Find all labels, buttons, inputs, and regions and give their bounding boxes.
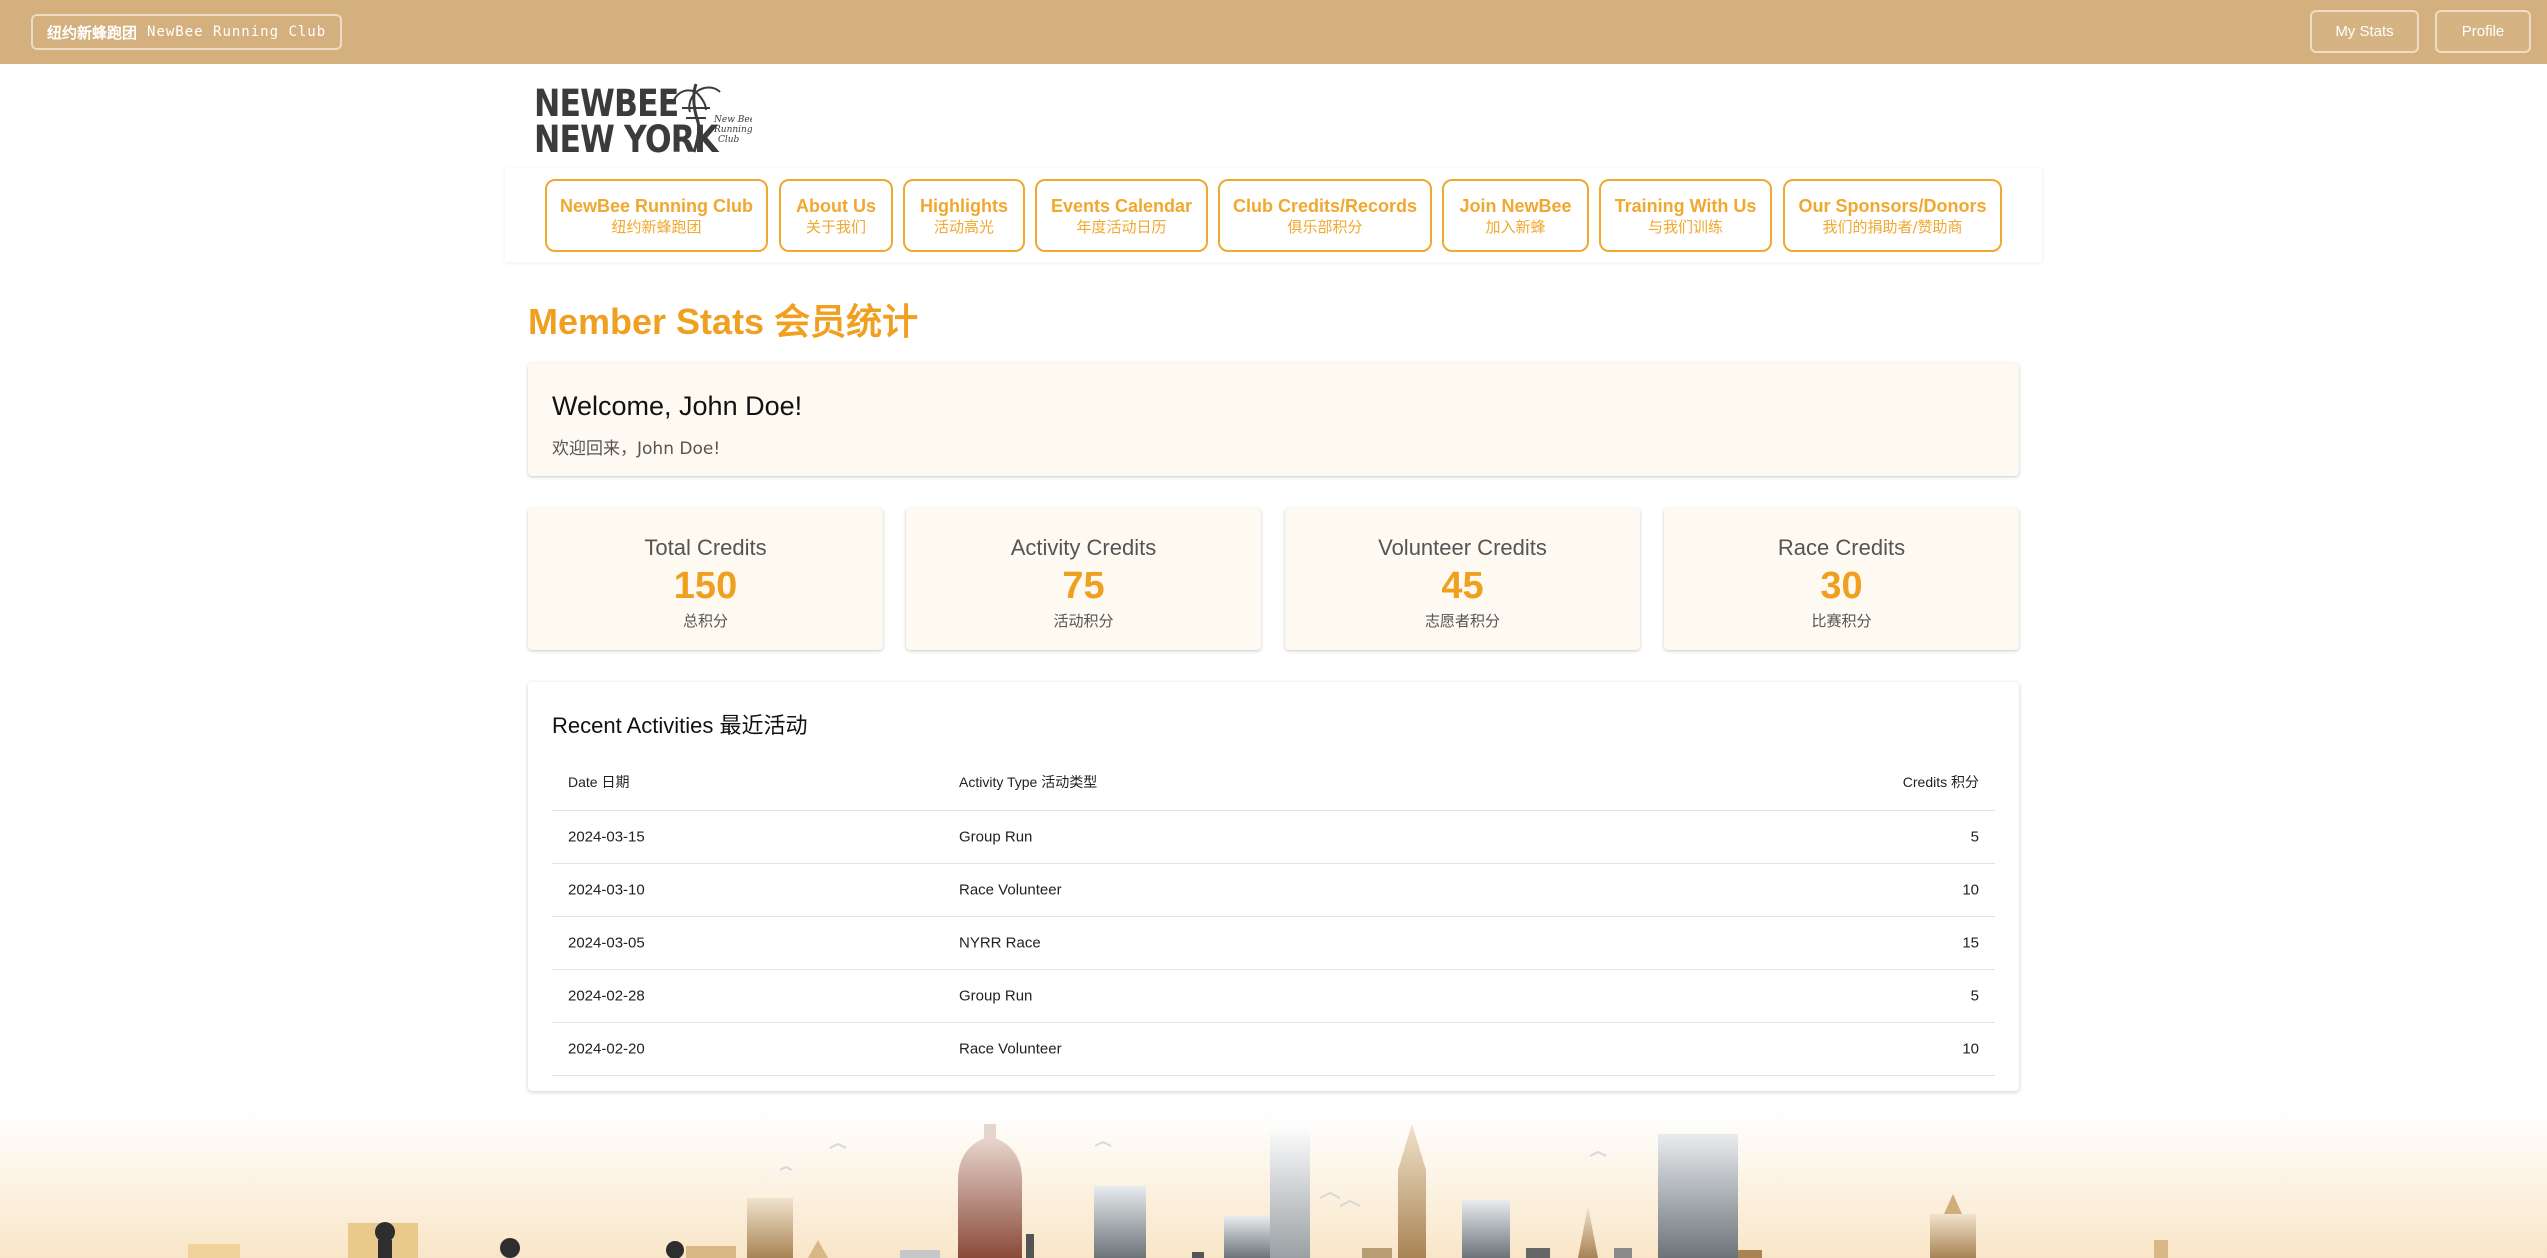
- nav-label-en: About Us: [796, 195, 876, 216]
- nav-item-join-newbee[interactable]: Join NewBee 加入新蜂: [1442, 179, 1589, 252]
- main-nav: NewBee Running Club 纽约新蜂跑团 About Us 关于我们…: [505, 168, 2042, 262]
- nav-label-en: Our Sponsors/Donors: [1798, 195, 1987, 216]
- total-credits-card: Total Credits 150 总积分: [528, 508, 883, 650]
- nav-item-newbee-running-club[interactable]: NewBee Running Club 纽约新蜂跑团: [545, 179, 768, 252]
- cell-date: 2024-02-28: [568, 987, 645, 1005]
- welcome-subtitle: 欢迎回来，John Doe!: [552, 439, 721, 459]
- volunteer-credits-card: Volunteer Credits 45 志愿者积分: [1285, 508, 1640, 650]
- credit-value: 30: [1820, 565, 1863, 607]
- nav-label-en: Events Calendar: [1050, 195, 1193, 216]
- nav-item-sponsors-donors[interactable]: Our Sponsors/Donors 我们的捐助者/赞助商: [1783, 179, 2002, 252]
- recent-activities-title: Recent Activities 最近活动: [552, 713, 808, 738]
- cell-credits: 10: [1962, 1040, 1979, 1058]
- race-credits-card: Race Credits 30 比赛积分: [1664, 508, 2019, 650]
- credit-label-zh: 比赛积分: [1811, 612, 1872, 630]
- credit-value: 150: [673, 565, 738, 607]
- nav-label-zh: 俱乐部积分: [1287, 217, 1363, 236]
- cell-credits: 15: [1962, 934, 1979, 952]
- nav-label-en: Training With Us: [1614, 195, 1757, 216]
- nav-label-zh: 关于我们: [805, 217, 866, 236]
- credit-label: Activity Credits: [1010, 535, 1157, 560]
- top-bar: 纽约新蜂跑团 NewBee Running Club My Stats Prof…: [0, 0, 2547, 64]
- credit-label: Volunteer Credits: [1378, 535, 1547, 560]
- brand-name-zh: 纽约新蜂跑团: [47, 23, 138, 42]
- credit-value: 45: [1441, 565, 1484, 607]
- credit-value: 75: [1062, 565, 1105, 607]
- credit-label-zh: 总积分: [682, 612, 728, 630]
- nav-item-about-us[interactable]: About Us 关于我们: [779, 179, 893, 252]
- activities-table: Date 日期 Activity Type 活动类型 Credits 积分 20…: [552, 754, 1995, 1076]
- nav-label-zh: 我们的捐助者/赞助商: [1822, 217, 1963, 236]
- nav-label-en: Join NewBee: [1459, 195, 1572, 216]
- cell-date: 2024-03-15: [568, 828, 645, 846]
- cell-activity-type: Group Run: [959, 828, 1033, 846]
- column-header-date: Date 日期: [568, 774, 630, 790]
- table-row: 2024-03-10 Race Volunteer 10: [552, 864, 1995, 917]
- cell-activity-type: Race Volunteer: [959, 1040, 1062, 1058]
- nyc-skyline-illustration: [0, 1110, 2547, 1258]
- club-logo[interactable]: NEWBEE NEW YORK New Bee Running Club: [532, 78, 752, 161]
- cell-activity-type: Group Run: [959, 987, 1033, 1005]
- cell-credits: 5: [1970, 828, 1979, 846]
- table-row: 2024-02-28 Group Run 5: [552, 970, 1995, 1023]
- table-row: 2024-03-15 Group Run 5: [552, 811, 1995, 864]
- nav-label-en: NewBee Running Club: [560, 195, 753, 216]
- table-header-row: Date 日期 Activity Type 活动类型 Credits 积分: [552, 754, 1995, 811]
- nav-label-en: Club Credits/Records: [1232, 195, 1418, 216]
- logo-script-line-2: Running: [713, 125, 752, 135]
- nav-item-training-with-us[interactable]: Training With Us 与我们训练: [1599, 179, 1772, 252]
- cell-activity-type: NYRR Race: [959, 934, 1041, 952]
- column-header-activity-type: Activity Type 活动类型: [959, 774, 1098, 790]
- credit-label: Total Credits: [644, 535, 767, 560]
- welcome-card: Welcome, John Doe! 欢迎回来，John Doe!: [528, 363, 2019, 476]
- nav-item-highlights[interactable]: Highlights 活动高光: [903, 179, 1025, 252]
- credit-label-zh: 志愿者积分: [1424, 612, 1500, 630]
- credit-label-zh: 活动积分: [1053, 612, 1114, 630]
- palm-tree-bee-icon: New Bee Running Club: [673, 83, 752, 153]
- nav-label-zh: 活动高光: [933, 217, 994, 236]
- cell-date: 2024-03-10: [568, 881, 645, 899]
- nav-item-club-credits[interactable]: Club Credits/Records 俱乐部积分: [1218, 179, 1432, 252]
- cell-date: 2024-02-20: [568, 1040, 645, 1058]
- nav-item-events-calendar[interactable]: Events Calendar 年度活动日历: [1035, 179, 1208, 252]
- nav-label-zh: 纽约新蜂跑团: [611, 217, 702, 236]
- welcome-title: Welcome, John Doe!: [552, 391, 803, 421]
- cell-date: 2024-03-05: [568, 934, 645, 952]
- nav-label-en: Highlights: [920, 195, 1008, 216]
- brand-name-en: NewBee Running Club: [147, 24, 327, 40]
- cell-credits: 5: [1970, 987, 1979, 1005]
- credit-label: Race Credits: [1777, 535, 1906, 560]
- cell-credits: 10: [1962, 881, 1979, 899]
- logo-script-line-1: New Bee: [713, 115, 752, 125]
- logo-script-line-3: Club: [718, 135, 740, 145]
- page-title: Member Stats 会员统计: [528, 301, 919, 342]
- table-row: 2024-03-05 NYRR Race 15: [552, 917, 1995, 970]
- brand-home-link[interactable]: 纽约新蜂跑团 NewBee Running Club: [31, 14, 343, 50]
- nav-label-zh: 与我们训练: [1647, 217, 1723, 236]
- my-stats-button[interactable]: My Stats: [2310, 10, 2419, 53]
- column-header-credits: Credits 积分: [1902, 774, 1979, 790]
- table-row: 2024-02-20 Race Volunteer 10: [552, 1023, 1995, 1076]
- activity-credits-card: Activity Credits 75 活动积分: [906, 508, 1261, 650]
- recent-activities-panel: Recent Activities 最近活动 Date 日期 Activity …: [528, 682, 2019, 1091]
- profile-button[interactable]: Profile: [2435, 10, 2531, 53]
- cell-activity-type: Race Volunteer: [959, 881, 1062, 899]
- nav-label-zh: 年度活动日历: [1076, 217, 1167, 236]
- nav-label-zh: 加入新蜂: [1485, 217, 1546, 236]
